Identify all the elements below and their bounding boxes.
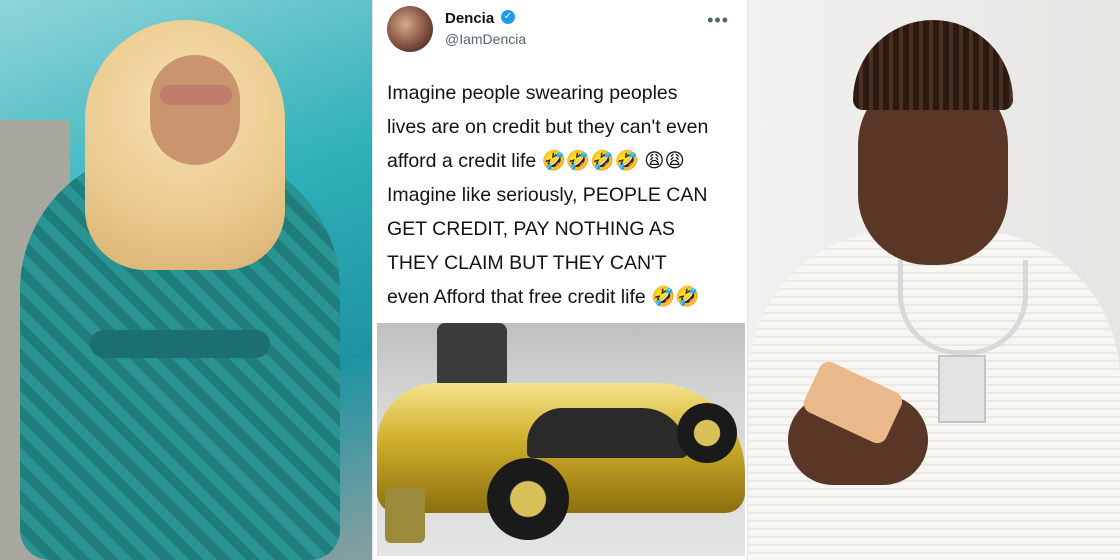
tweet-card: Dencia ✓ @IamDencia ••• Imagine people s…: [372, 0, 748, 560]
verified-badge-icon: ✓: [501, 10, 515, 24]
car-grille: [385, 488, 425, 543]
tweet-line: GET CREDIT, PAY NOTHING AS: [387, 218, 675, 240]
right-photo: [748, 0, 1120, 560]
user-handle[interactable]: @IamDencia: [445, 31, 526, 47]
pendant: [938, 355, 986, 423]
car-wheel: [677, 403, 737, 463]
car-wheel: [487, 458, 569, 540]
tweet-text: Imagine people swearing peoples lives ar…: [387, 76, 737, 348]
left-photo: [0, 0, 372, 560]
tweet-line: Imagine people swearing peoples: [387, 82, 678, 104]
tweet-media-car-photo[interactable]: [377, 323, 745, 556]
sunglasses: [160, 85, 232, 105]
tweet-line: lives are on credit but they can't even: [387, 116, 709, 138]
tweet-line: even Afford that free credit life 🤣🤣: [387, 286, 700, 308]
tweet-line: Imagine like seriously, PEOPLE CAN: [387, 184, 708, 206]
display-name[interactable]: Dencia: [445, 10, 494, 27]
car-window: [527, 408, 687, 458]
tweet-line: afford a credit life 🤣🤣🤣🤣 😩😩: [387, 150, 685, 172]
more-options-icon[interactable]: •••: [707, 10, 729, 31]
robe-belt: [90, 330, 270, 358]
face: [150, 55, 240, 165]
tweet-line: THEY CLAIM BUT THEY CAN'T: [387, 252, 667, 274]
avatar[interactable]: [387, 6, 433, 52]
tweet-header: Dencia ✓ @IamDencia •••: [387, 6, 735, 56]
